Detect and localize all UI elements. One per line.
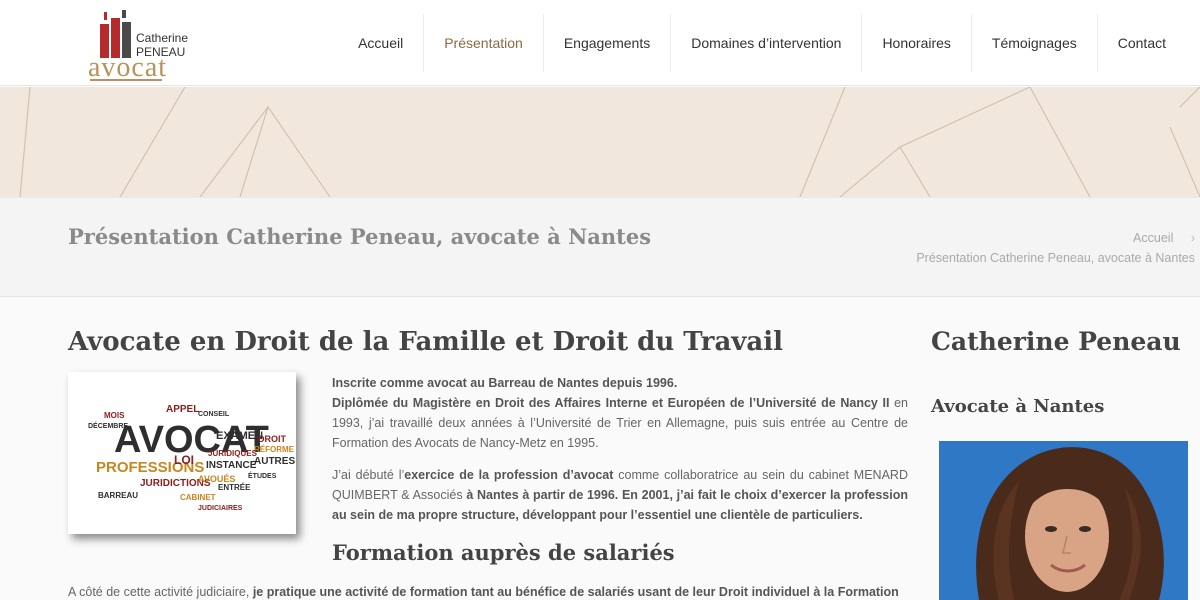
logo-word: avocat	[88, 52, 168, 83]
word-cloud-word: CONSEIL	[198, 411, 230, 418]
word-cloud-word: CABINET	[180, 493, 216, 502]
formation-text: A côté de cette activité judiciaire, je …	[68, 582, 908, 600]
word-cloud-word: JUDICIAIRES	[198, 505, 243, 512]
logo-mark-icon	[100, 10, 131, 58]
main-nav: Accueil Présentation Engagements Domaine…	[338, 14, 1186, 72]
text-run-bold: exercice de la profession d’avocat	[404, 468, 614, 482]
nav-item-presentation[interactable]: Présentation	[423, 14, 543, 72]
nav-item-accueil[interactable]: Accueil	[338, 14, 423, 72]
word-cloud-word: DROIT	[258, 434, 287, 444]
avocat-word-cloud-image: AVOCAT PROFESSIONS JURIDICTIONS EXAMEN I…	[68, 372, 296, 534]
nav-item-engagements[interactable]: Engagements	[542, 14, 670, 72]
intro-paragraph-1: Inscrite comme avocat au Barreau de Nant…	[332, 373, 908, 453]
sidebar-title: Catherine Peneau	[931, 327, 1181, 356]
word-cloud-word: RÉFORME	[254, 445, 295, 454]
nav-item-contact[interactable]: Contact	[1096, 14, 1186, 72]
text-run: A côté de cette activité judiciaire,	[68, 585, 253, 599]
banner-pattern	[19, 87, 1200, 197]
word-cloud-word: INSTANCE	[206, 460, 257, 471]
intro-bar-registration: Inscrite comme avocat au Barreau de Nant…	[332, 376, 678, 390]
formation-heading: Formation auprès de salariés	[332, 540, 675, 565]
word-cloud-word: MOIS	[104, 411, 125, 420]
word-cloud-word: AUTRES	[254, 456, 295, 467]
word-cloud-word: BARREAU	[98, 491, 138, 500]
word-cloud-word: LOI	[174, 453, 194, 467]
site-logo[interactable]: Catherine PENEAU avocat	[88, 8, 198, 83]
nav-item-temoignages[interactable]: Témoignages	[970, 14, 1097, 72]
text-run: J’ai débuté l’	[332, 468, 405, 482]
site-header: Catherine PENEAU avocat Accueil Présenta…	[0, 0, 1200, 86]
breadcrumb-separator-icon: ›	[1190, 231, 1195, 245]
word-cloud-word: APPEL	[166, 404, 199, 415]
word-cloud-word: JURIDIQUES	[208, 449, 258, 458]
page-title: Présentation Catherine Peneau, avocate à…	[68, 224, 652, 249]
page-title-bar: Présentation Catherine Peneau, avocate à…	[0, 197, 1200, 297]
word-cloud-word: DÉCEMBRE	[88, 421, 128, 430]
logo-first-name: Catherine	[136, 31, 189, 45]
word-cloud-word: ÉTUDES	[248, 471, 277, 480]
intro-paragraph-2: J’ai débuté l’exercice de la profession …	[332, 465, 908, 525]
breadcrumb-current: Présentation Catherine Peneau, avocate à…	[916, 251, 1195, 265]
intro-diploma: Diplômée du Magistère en Droit des Affai…	[332, 396, 890, 410]
breadcrumb: Accueil › Présentation Catherine Peneau,…	[916, 228, 1195, 268]
nav-item-domaines[interactable]: Domaines d’intervention	[670, 14, 861, 72]
portrait-photo	[939, 441, 1188, 600]
content-heading: Avocate en Droit de la Famille et Droit …	[68, 327, 784, 357]
sidebar-subtitle: Avocate à Nantes	[931, 396, 1105, 417]
logo-underline	[90, 79, 162, 81]
intro-text: Inscrite comme avocat au Barreau de Nant…	[332, 373, 908, 537]
text-run-bold: je pratique une activité de formation ta…	[252, 585, 899, 599]
breadcrumb-home-link[interactable]: Accueil	[1133, 231, 1173, 245]
nav-item-honoraires[interactable]: Honoraires	[861, 14, 970, 72]
hero-banner	[0, 87, 1200, 197]
word-cloud-word: EXAMEN	[216, 430, 263, 442]
word-cloud-word: ENTRÉE	[218, 483, 251, 492]
